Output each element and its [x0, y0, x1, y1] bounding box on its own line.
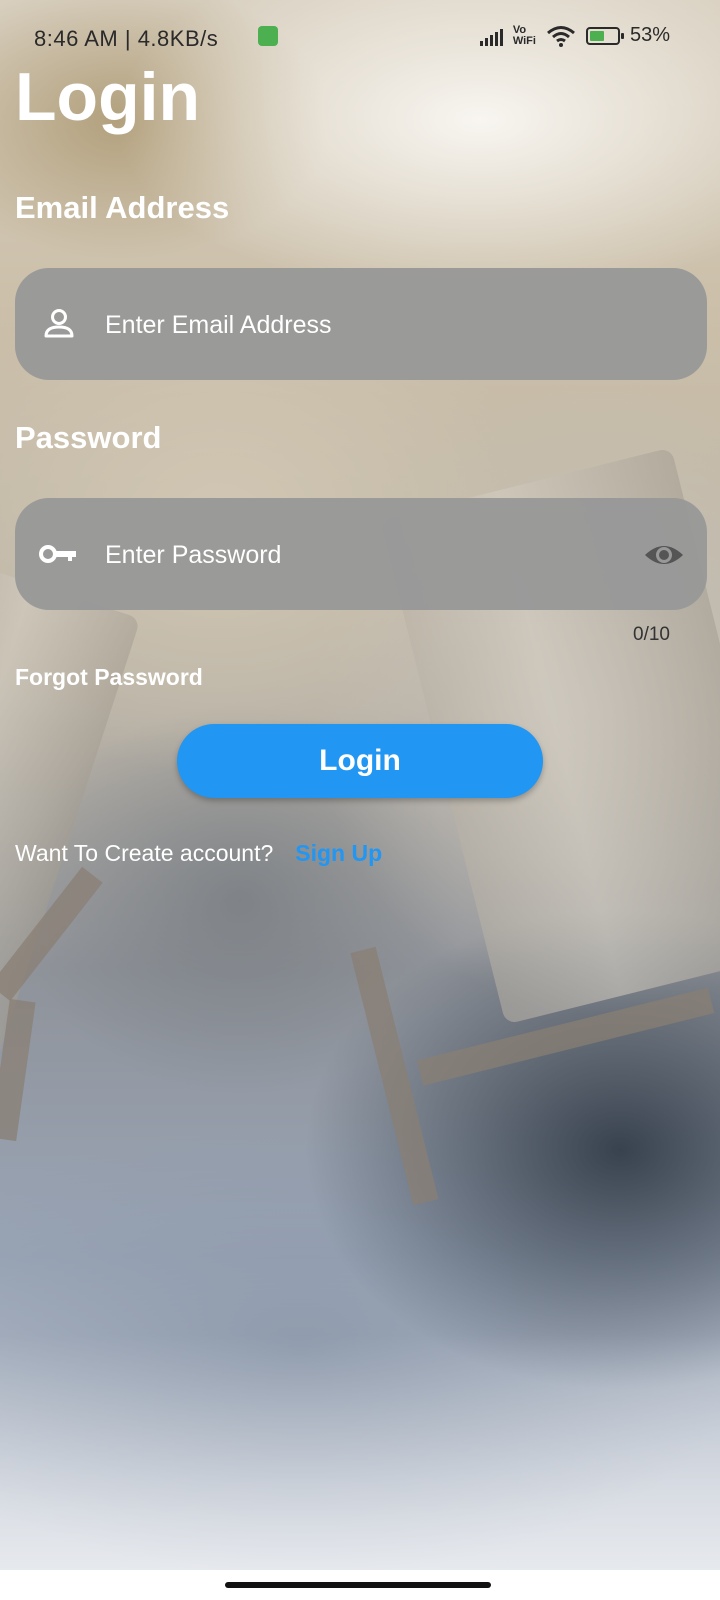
status-bar: 8:46 AM | 4.8KB/s Vo WiFi 53%	[0, 18, 720, 60]
signup-prompt: Want To Create account?	[15, 840, 274, 866]
page-title: Login	[15, 59, 201, 135]
status-icons: Vo WiFi 53%	[479, 23, 670, 47]
battery-percent: 53%	[629, 24, 670, 46]
battery-level-fill	[589, 30, 604, 41]
wifi-icon	[547, 25, 575, 47]
eye-icon[interactable]	[643, 534, 685, 576]
navigation-bar	[0, 1570, 720, 1600]
signal-icon	[479, 26, 503, 46]
email-field-container[interactable]	[15, 268, 707, 380]
app-notification-icon	[258, 26, 278, 46]
vowifi-top: Vo	[512, 23, 527, 36]
email-label: Email Address	[15, 190, 230, 225]
person-icon	[44, 309, 74, 338]
forgot-password-link[interactable]: Forgot Password	[15, 664, 203, 691]
login-screen: 8:46 AM | 4.8KB/s Vo WiFi 53% Login Emai…	[0, 0, 720, 1600]
signup-link[interactable]: Sign Up	[295, 840, 382, 867]
password-input[interactable]	[103, 518, 627, 592]
vowifi-bottom: WiFi	[512, 34, 536, 47]
clock: 8:46 AM	[34, 26, 119, 51]
separator: |	[124, 26, 132, 51]
key-icon	[39, 545, 76, 563]
password-char-counter: 0/10	[633, 624, 670, 645]
signup-row: Want To Create account? Sign Up	[15, 840, 382, 867]
login-button[interactable]: Login	[177, 724, 543, 798]
status-time-and-speed: 8:46 AM | 4.8KB/s	[34, 26, 218, 52]
vowifi-icon: Vo WiFi	[512, 23, 536, 47]
password-label: Password	[15, 420, 162, 455]
battery-tip	[620, 32, 624, 39]
home-indicator[interactable]	[225, 1582, 491, 1588]
email-input[interactable]	[103, 288, 627, 362]
network-speed: 4.8KB/s	[137, 26, 219, 51]
password-field-container[interactable]	[15, 498, 707, 610]
battery-charging-icon	[585, 26, 624, 45]
